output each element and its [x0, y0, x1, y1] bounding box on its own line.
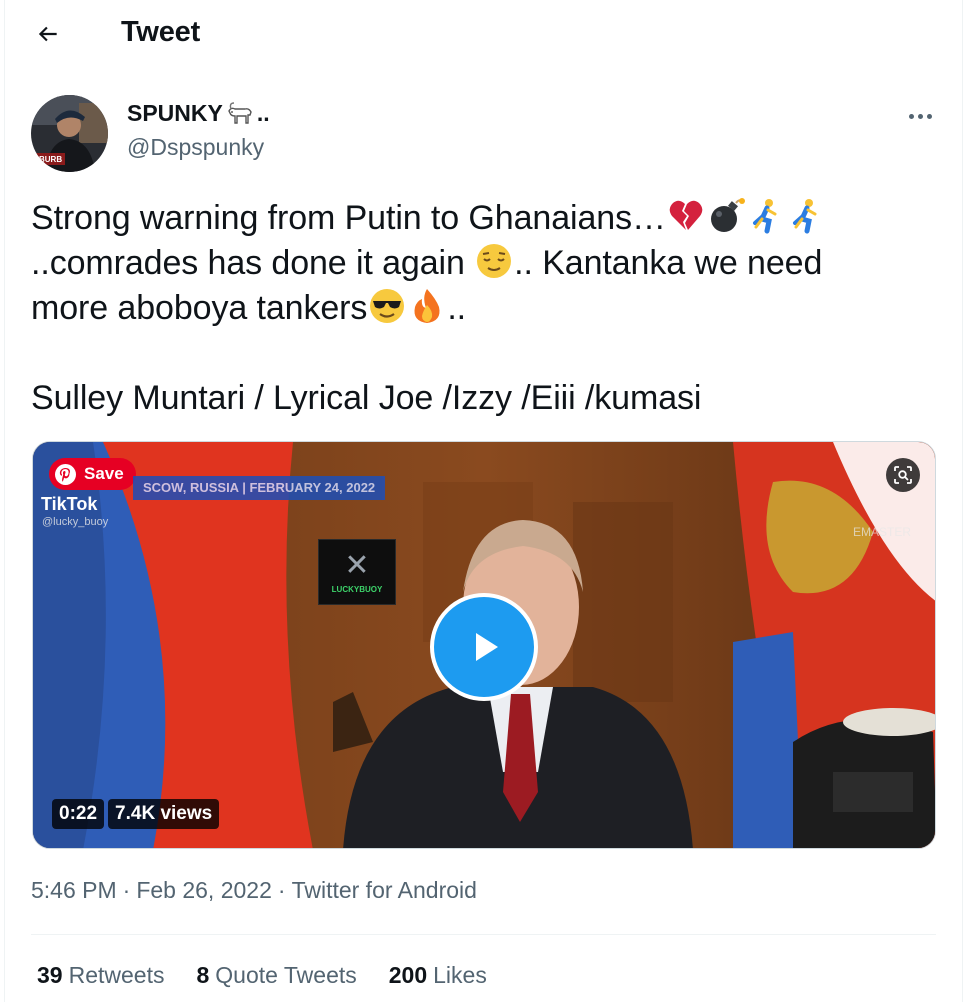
likes-count: 200 — [388, 962, 428, 988]
retweets-stat[interactable]: 39 Retweets — [37, 962, 164, 989]
goat-icon — [228, 101, 252, 124]
page-title: Tweet — [121, 16, 201, 48]
more-options-button[interactable] — [898, 98, 942, 134]
play-button[interactable] — [430, 593, 538, 701]
likes-stat[interactable]: 200 Likes — [389, 962, 487, 989]
tweet-text-segment: ..comrades has done it again — [31, 244, 475, 282]
quote-tweets-count: 8 — [196, 962, 210, 988]
tweet-line-gap — [31, 331, 931, 376]
more-dot-icon — [917, 113, 923, 119]
relieved-face-icon — [477, 244, 512, 278]
visual-search-button[interactable] — [886, 458, 920, 492]
video-info: 0:22 7.4K views — [52, 799, 220, 829]
back-button[interactable] — [28, 14, 68, 54]
sunglasses-face-icon — [370, 289, 405, 323]
divider — [31, 934, 936, 935]
likes-label: Likes — [433, 962, 487, 988]
video-player[interactable]: Save SCOW, RUSSIA | FEBRUARY 24, 2022 Ti… — [32, 441, 936, 849]
person-running-icon — [752, 199, 777, 234]
logo-text: LUCKYBUOY — [331, 584, 383, 594]
tweet-meta: 5:46 PM · Feb 26, 2022 · Twitter for And… — [31, 877, 477, 904]
tweet-line-2: ..comrades has done it again .. Kantanka… — [31, 241, 931, 286]
logo-x-mark: ✕ — [344, 548, 370, 582]
page-header: Tweet — [0, 0, 967, 66]
avatar[interactable]: BURB — [31, 95, 108, 172]
arrow-left-icon — [38, 26, 57, 42]
tweet-source[interactable]: Twitter for Android — [292, 877, 477, 904]
tweet-line-4: Sulley Muntari / Lyrical Joe /Izzy /Eiii… — [31, 379, 702, 417]
channel-watermark: EMASTER — [853, 525, 912, 539]
tweet-stats: 39 Retweets 8 Quote Tweets 200 Likes — [37, 962, 487, 989]
pinterest-save-label: Save — [84, 464, 124, 483]
user-handle[interactable]: @Dspspunky — [127, 134, 264, 161]
meta-separator: · — [122, 877, 131, 903]
pinterest-save-button[interactable]: Save — [49, 458, 136, 490]
tweet-line-3: more aboboya tankers .. — [31, 286, 931, 331]
video-views: 7.4K views — [108, 799, 220, 829]
fire-icon — [414, 289, 440, 323]
tweet-line-1: Strong warning from Putin to Ghanaians… — [31, 196, 931, 241]
meta-separator: · — [277, 877, 286, 903]
tweet-text-segment: more aboboya tankers — [31, 289, 368, 327]
tweet-time[interactable]: 5:46 PM — [31, 877, 117, 904]
tweet-text: Strong warning from Putin to Ghanaians… … — [31, 196, 931, 421]
tiktok-handle: @lucky_buoy — [42, 516, 109, 528]
display-name[interactable]: SPUNKY .. — [127, 100, 270, 127]
quote-tweets-stat[interactable]: 8 Quote Tweets — [196, 962, 356, 989]
tweet-text-segment: Strong warning from Putin to Ghanaians… — [31, 199, 666, 237]
quote-tweets-label: Quote Tweets — [215, 962, 357, 988]
display-name-text: SPUNKY — [127, 100, 223, 126]
lens-search-icon — [894, 466, 912, 484]
retweets-count: 39 — [37, 962, 63, 988]
tweet-text-segment: .. Kantanka we need — [514, 244, 823, 282]
play-icon — [476, 633, 498, 661]
tweet-text-segment: .. — [447, 289, 467, 327]
more-dot-icon — [908, 113, 914, 119]
broken-heart-icon — [669, 200, 703, 230]
luckybuoy-logo: ✕ LUCKYBUOY — [318, 539, 396, 605]
bomb-icon — [710, 198, 745, 232]
tiktok-watermark: TikTok — [41, 494, 98, 514]
news-overlay-text: SCOW, RUSSIA | FEBRUARY 24, 2022 — [133, 476, 386, 500]
more-dot-icon — [926, 113, 932, 119]
tweet-date[interactable]: Feb 26, 2022 — [136, 877, 272, 904]
retweets-label: Retweets — [68, 962, 165, 988]
display-name-suffix: .. — [256, 100, 270, 126]
video-duration: 0:22 — [52, 799, 105, 829]
person-running-icon — [792, 199, 817, 234]
pinterest-icon — [55, 463, 76, 485]
